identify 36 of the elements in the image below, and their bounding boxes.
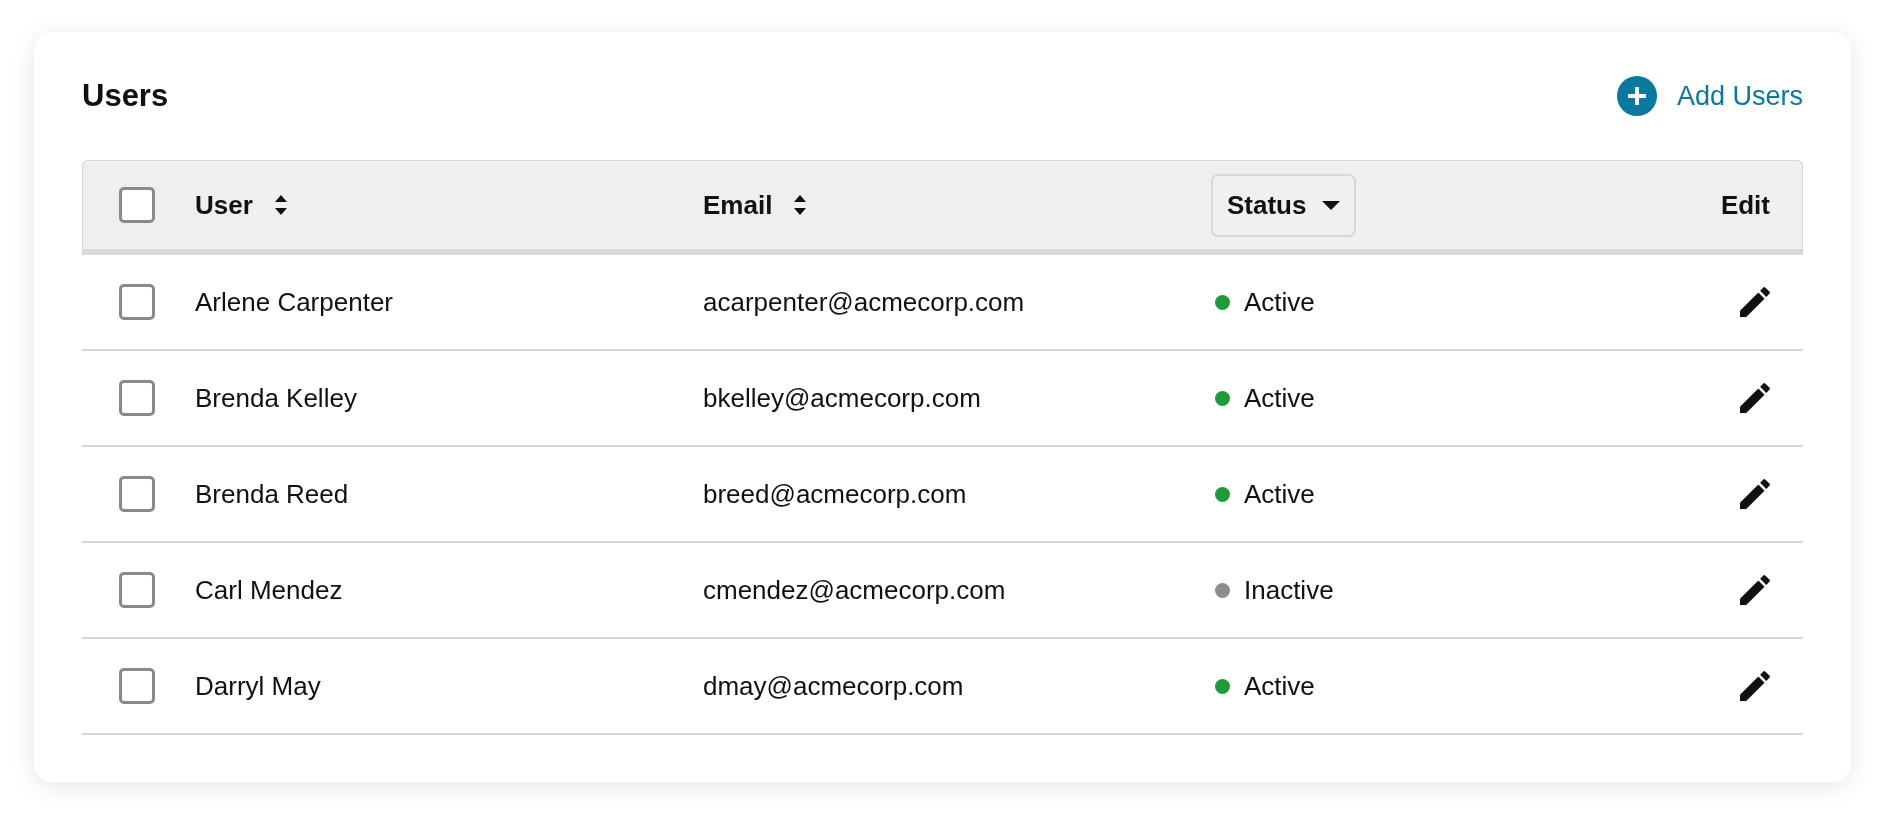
email-address: breed@acmecorp.com: [703, 477, 967, 511]
plus-circle-icon: [1616, 76, 1657, 116]
checkbox[interactable]: [119, 572, 155, 608]
user-name: Darryl May: [195, 669, 321, 703]
checkbox[interactable]: [119, 668, 155, 704]
email-address: cmendez@acmecorp.com: [703, 573, 1006, 607]
status-label: Active: [1244, 669, 1315, 703]
pencil-icon: [1740, 671, 1770, 701]
pencil-icon: [1740, 479, 1770, 509]
pencil-icon: [1740, 383, 1770, 413]
checkbox[interactable]: [119, 380, 155, 416]
sort-icon: [274, 195, 287, 215]
status-filter-button[interactable]: Status: [1211, 173, 1357, 237]
pencil-icon: [1740, 575, 1770, 605]
user-name: Carl Mendez: [195, 573, 343, 607]
email-address: bkelley@acmecorp.com: [703, 381, 981, 415]
pencil-icon: [1740, 287, 1770, 317]
checkbox[interactable]: [119, 284, 155, 320]
caret-down-icon: [1322, 200, 1341, 210]
status-label: Active: [1244, 285, 1315, 319]
page-title: Users: [82, 76, 169, 115]
column-header: Edit: [1720, 188, 1770, 222]
user-name: Brenda Kelley: [195, 381, 357, 415]
status-label: Inactive: [1244, 573, 1334, 607]
checkbox[interactable]: [119, 476, 155, 512]
checkbox[interactable]: [119, 187, 155, 223]
user-name: Brenda Reed: [195, 477, 349, 511]
sort-header-button[interactable]: User: [195, 185, 287, 225]
user-name: Arlene Carpenter: [195, 285, 393, 319]
email-address: acarpenter@acmecorp.com: [703, 285, 1025, 319]
status-label: Active: [1244, 477, 1315, 511]
sort-header-button[interactable]: Email: [703, 185, 807, 225]
status-label: Active: [1244, 381, 1315, 415]
add-users-button[interactable]: Add Users: [1616, 75, 1803, 117]
email-address: dmay@acmecorp.com: [703, 669, 964, 703]
sort-icon: [794, 195, 807, 215]
